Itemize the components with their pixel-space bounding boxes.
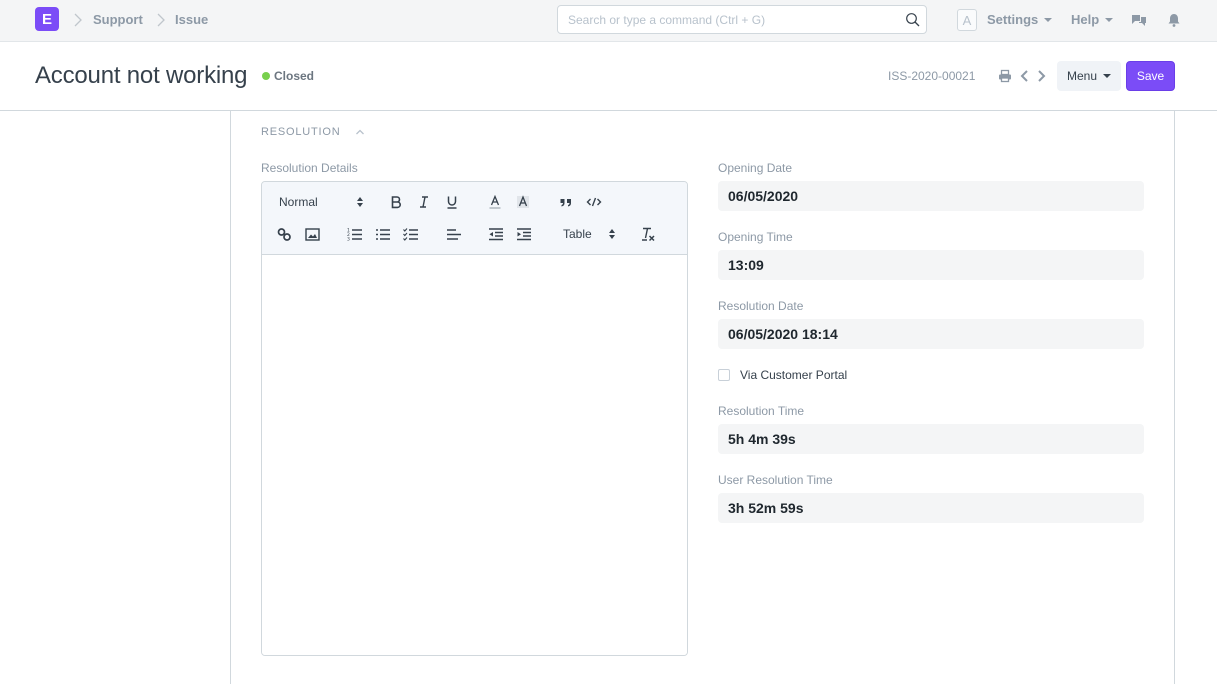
bell-icon[interactable] [1166, 12, 1182, 28]
editor-toolbar: Normal 123 Table [262, 182, 687, 255]
opening-date-label: Opening Date [718, 161, 793, 175]
background-color-button[interactable] [515, 194, 531, 210]
next-icon[interactable] [1034, 69, 1048, 83]
via-customer-portal-label: Via Customer Portal [740, 368, 848, 382]
quote-icon [560, 199, 571, 207]
align-left-icon [447, 229, 461, 240]
resolution-time-label: Resolution Time [718, 404, 805, 418]
background-color-icon [517, 195, 529, 208]
bullet-list-button[interactable] [375, 226, 391, 242]
code-block-button[interactable] [586, 194, 602, 210]
menu-button[interactable]: Menu [1057, 61, 1121, 91]
sort-icon [357, 197, 363, 207]
chevron-right-icon [157, 13, 165, 27]
help-label: Help [1071, 12, 1100, 27]
print-icon[interactable] [998, 69, 1012, 83]
save-button[interactable]: Save [1126, 61, 1175, 91]
page-head: Account not working Closed ISS-2020-0002… [0, 42, 1217, 111]
table-select-value: Table [563, 227, 592, 241]
settings-label: Settings [987, 12, 1039, 27]
indent-button[interactable] [516, 226, 532, 242]
help-dropdown[interactable]: Help [1071, 12, 1114, 27]
image-button[interactable] [304, 226, 320, 242]
outdent-button[interactable] [488, 226, 504, 242]
code-icon [586, 197, 602, 207]
clear-format-button[interactable] [640, 226, 656, 242]
previous-icon[interactable] [1018, 69, 1032, 83]
ordered-list-icon: 123 [347, 228, 362, 242]
user-resolution-time-field[interactable]: 3h 52m 59s [718, 493, 1144, 523]
user-resolution-time-label: User Resolution Time [718, 473, 833, 487]
bold-button[interactable] [388, 194, 404, 210]
text-color-icon [489, 195, 501, 209]
bullet-list-icon [376, 229, 390, 240]
resolution-time-field[interactable]: 5h 4m 39s [718, 424, 1144, 454]
chevron-right-icon [74, 13, 82, 27]
svg-text:3: 3 [347, 237, 350, 242]
blockquote-button[interactable] [558, 194, 574, 210]
check-list-button[interactable] [403, 226, 419, 242]
table-select[interactable]: Table [563, 226, 615, 242]
clear-format-icon [642, 227, 655, 242]
underline-icon [447, 196, 457, 209]
breadcrumb-issue[interactable]: Issue [175, 12, 208, 27]
form-area: RESOLUTION Resolution Details Normal 123 [230, 111, 1175, 684]
link-button[interactable] [276, 226, 292, 242]
bold-icon [391, 196, 401, 209]
resolution-details-editor: Normal 123 Table [261, 181, 688, 656]
settings-dropdown[interactable]: Settings [987, 12, 1053, 27]
via-customer-portal-checkbox[interactable] [718, 369, 730, 381]
app-logo[interactable]: E [35, 7, 59, 31]
search-input[interactable] [558, 6, 888, 33]
resolution-date-label: Resolution Date [718, 299, 804, 313]
section-title: RESOLUTION [261, 126, 341, 138]
caret-down-icon [1044, 17, 1053, 22]
document-id: ISS-2020-00021 [888, 69, 976, 83]
opening-time-field[interactable]: 13:09 [718, 250, 1144, 280]
sort-icon [609, 229, 615, 239]
chat-icon[interactable] [1131, 12, 1147, 28]
caret-down-icon [1105, 17, 1114, 22]
text-color-button[interactable] [487, 194, 503, 210]
search-icon[interactable] [905, 12, 921, 28]
link-icon [277, 227, 291, 241]
opening-date-field[interactable]: 06/05/2020 [718, 181, 1144, 211]
italic-icon [420, 196, 428, 208]
avatar[interactable]: A [957, 9, 977, 31]
check-list-icon [403, 228, 418, 241]
search-box [557, 5, 927, 34]
underline-button[interactable] [444, 194, 460, 210]
image-icon [304, 227, 320, 241]
caret-down-icon [1103, 74, 1112, 78]
status-label: Closed [274, 69, 315, 83]
opening-time-label: Opening Time [718, 230, 793, 244]
indent-icon [517, 228, 531, 241]
status-dot-icon [262, 72, 270, 80]
via-customer-portal-row[interactable]: Via Customer Portal [718, 368, 847, 382]
status-indicator: Closed [262, 69, 314, 83]
section-header-resolution[interactable]: RESOLUTION [261, 126, 365, 138]
editor-content[interactable] [262, 255, 687, 655]
page-title: Account not working [35, 62, 248, 89]
align-button[interactable] [446, 226, 462, 242]
navbar: E Support Issue A Settings Help [0, 0, 1217, 42]
chevron-up-icon[interactable] [355, 127, 365, 137]
outdent-icon [489, 228, 503, 241]
breadcrumb-support[interactable]: Support [93, 12, 143, 27]
italic-button[interactable] [416, 194, 432, 210]
resolution-date-field[interactable]: 06/05/2020 18:14 [718, 319, 1144, 349]
resolution-details-label: Resolution Details [261, 161, 358, 175]
format-select-value: Normal [279, 195, 318, 209]
menu-label: Menu [1066, 69, 1098, 83]
format-select[interactable]: Normal [279, 194, 363, 210]
ordered-list-button[interactable]: 123 [347, 226, 363, 242]
